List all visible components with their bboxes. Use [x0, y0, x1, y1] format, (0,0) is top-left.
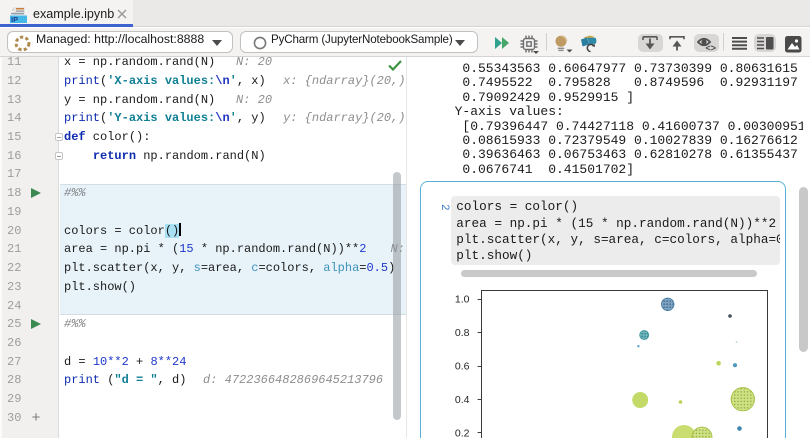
- svg-text:<>: <>: [706, 43, 717, 52]
- svg-text:1.0: 1.0: [455, 294, 470, 306]
- svg-text:0.6: 0.6: [455, 361, 470, 373]
- svg-text:0.4: 0.4: [455, 394, 470, 406]
- svg-text:0.2: 0.2: [455, 428, 470, 438]
- svg-text:IP: IP: [11, 15, 18, 24]
- svg-text:0.8: 0.8: [455, 327, 470, 339]
